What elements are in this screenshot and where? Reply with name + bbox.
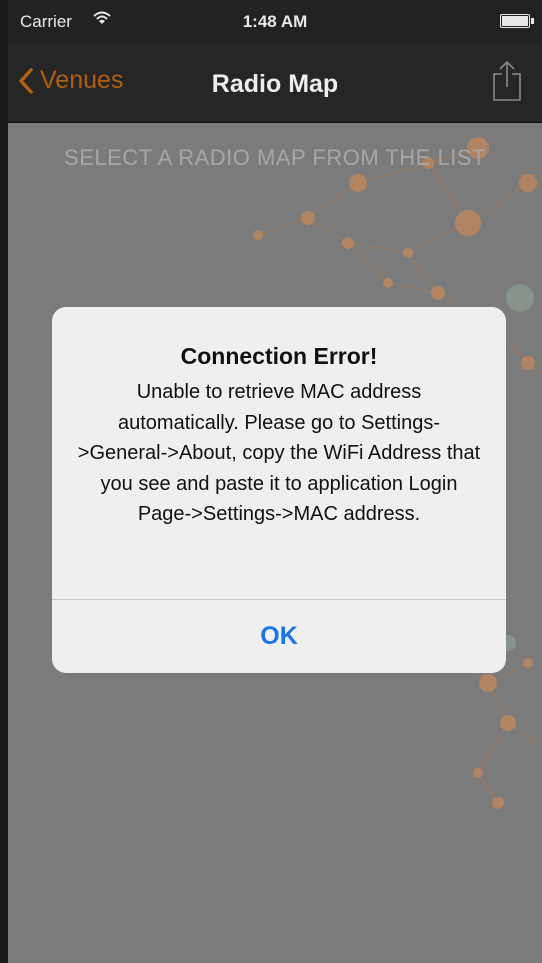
share-button[interactable]: [492, 60, 522, 107]
navigation-bar: Venues Radio Map: [8, 44, 542, 123]
alert-title: Connection Error!: [180, 343, 378, 369]
share-icon: [493, 60, 521, 101]
battery-icon: [500, 14, 530, 28]
connection-error-alert: Connection Error! Unable to retrieve MAC…: [52, 307, 506, 673]
battery-tip: [531, 18, 534, 24]
ok-button[interactable]: OK: [52, 600, 506, 673]
alert-message: Unable to retrieve MAC address automatic…: [77, 381, 481, 525]
phone-screen: Carrier 1:48 AM Venues Radio Map SELECT …: [8, 0, 542, 963]
status-time: 1:48 AM: [242, 12, 308, 31]
instruction-text: SELECT A RADIO MAP FROM THE LIST: [64, 145, 486, 170]
page-title: Radio Map: [211, 70, 339, 98]
status-bar: Carrier 1:48 AM: [8, 0, 542, 44]
